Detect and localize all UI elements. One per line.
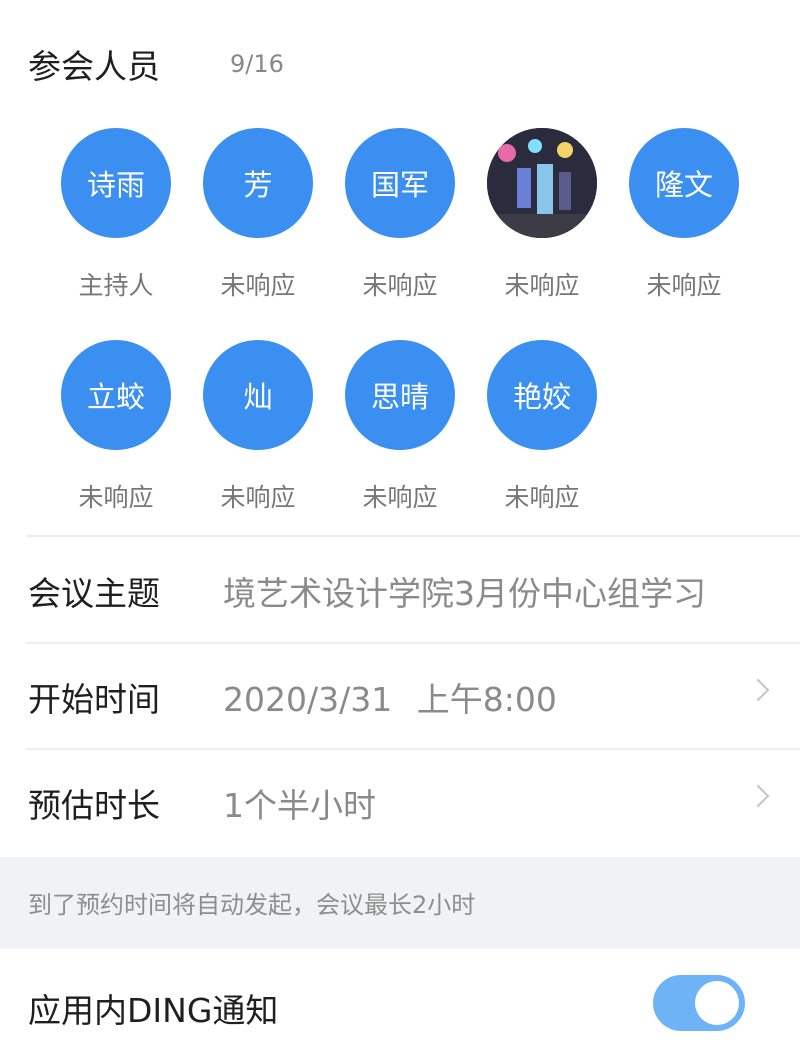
duration-label: 预估时长 [28,786,160,825]
avatar[interactable]: 隆文 [629,128,739,238]
member-status: 未响应 [78,483,154,512]
avatar[interactable]: 立蛟 [61,340,171,450]
note-text: 到了预约时间将自动发起，会议最长2小时 [28,891,476,919]
start-time-row[interactable]: 开始时间 2020/3/31 上午8:00 [0,644,800,750]
member-item[interactable]: 未响应 [471,128,613,302]
member-item[interactable]: 芳未响应 [187,128,329,302]
avatar[interactable]: 思晴 [345,340,455,450]
chevron-right-icon [746,784,770,808]
avatar[interactable]: 艳姣 [487,340,597,450]
avatar[interactable]: 国军 [345,128,455,238]
member-item[interactable]: 思晴 未响应 [329,340,471,514]
start-datetime: 2020/3/31 上午8:00 [223,673,557,721]
participants-section: 参会人员 9/16 诗雨 主持人芳未响应 国军 未响应 未响应 隆文 未响应 立蛟 未响应灿未响… [0,0,800,535]
member-status: 主持人 [78,271,154,300]
member-status: 未响应 [220,483,296,512]
member-status: 未响应 [504,271,580,300]
topic-row[interactable]: 会议主题 境艺术设计学院3月份中心组学习 [0,538,800,644]
member-status: 未响应 [646,271,722,300]
toggle-knob [695,981,739,1025]
member-item[interactable]: 诗雨 主持人 [45,128,187,302]
participants-grid: 诗雨 主持人芳未响应 国军 未响应 未响应 隆文 未响应 立蛟 未响应灿未响应 思晴 未响应 艳姣 未响… [0,0,800,535]
duration-value: 1个半小时 [223,786,376,825]
topic-value[interactable]: 境艺术设计学院3月份中心组学习 [223,567,783,615]
start-date-picker[interactable]: 2020/3/31 [223,680,393,721]
divider [26,535,800,537]
member-item[interactable]: 隆文 未响应 [613,128,755,302]
member-item[interactable]: 艳姣 未响应 [471,340,613,514]
member-item[interactable]: 立蛟 未响应 [45,340,187,514]
avatar[interactable] [487,128,597,238]
auto-start-note: 到了预约时间将自动发起，会议最长2小时 [0,857,800,949]
member-status: 未响应 [220,271,296,300]
member-item[interactable]: 国军 未响应 [329,128,471,302]
ding-notify-toggle[interactable] [653,975,745,1031]
chevron-right-icon [746,678,770,702]
duration-row[interactable]: 预估时长 1个半小时 [0,750,800,856]
avatar[interactable]: 诗雨 [61,128,171,238]
member-status: 未响应 [504,483,580,512]
member-status: 未响应 [362,271,438,300]
avatar[interactable]: 芳 [203,128,313,238]
avatar[interactable]: 灿 [203,340,313,450]
start-time-picker[interactable]: 上午8:00 [416,680,557,721]
ding-notify-label: 应用内DING通知 [28,991,279,1030]
member-status: 未响应 [362,483,438,512]
topic-label: 会议主题 [28,574,160,613]
start-time-label: 开始时间 [28,680,160,719]
member-item[interactable]: 灿未响应 [187,340,329,514]
